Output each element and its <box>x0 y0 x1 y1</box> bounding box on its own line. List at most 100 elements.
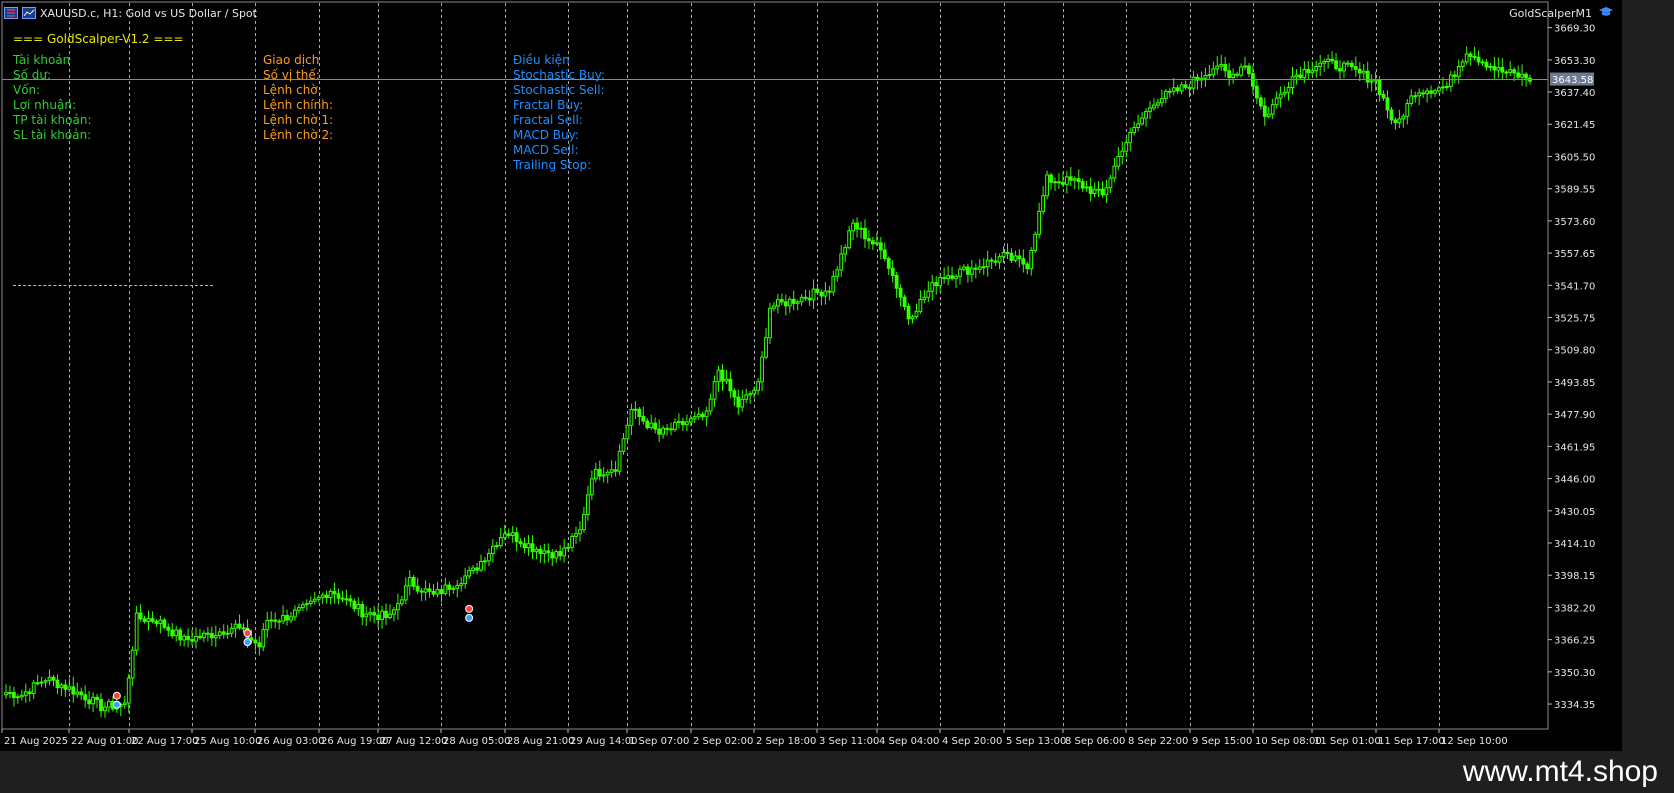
candle-body <box>728 378 733 392</box>
x-tick-label: 11 Sep 01:00 <box>1314 736 1381 747</box>
candle-body <box>637 408 642 418</box>
y-tick-label: 3414.10 <box>1554 539 1595 550</box>
candle-body <box>297 607 301 611</box>
candle-body <box>732 390 737 398</box>
candle-body <box>669 428 673 431</box>
candle-body <box>1068 176 1073 181</box>
y-tick-label: 3350.30 <box>1554 668 1595 679</box>
candle-body <box>1088 186 1093 194</box>
candle-body <box>51 676 56 681</box>
candle-body <box>558 551 563 557</box>
candle-body <box>1480 61 1485 64</box>
candle-body <box>134 612 139 651</box>
candle-body <box>578 529 582 535</box>
candle-body <box>1433 90 1437 94</box>
candle-body <box>894 274 899 289</box>
candle-body <box>946 275 951 279</box>
candle-body <box>312 598 317 602</box>
candle-body <box>779 299 784 303</box>
candle-body <box>1290 76 1295 89</box>
candle-body <box>775 299 780 307</box>
candle-body <box>443 584 448 595</box>
candle-body <box>843 247 848 255</box>
candle-body <box>922 296 927 300</box>
candle-body <box>1500 66 1505 73</box>
candle-body <box>657 428 662 435</box>
candle-body <box>772 305 776 309</box>
y-tick-label: 3605.50 <box>1554 152 1595 163</box>
candle-body <box>764 337 768 358</box>
candle-body <box>1409 95 1414 105</box>
candle-body <box>360 603 365 618</box>
candle-body <box>1187 86 1192 89</box>
trade-label: Số vị thế: <box>263 68 320 82</box>
candle-body <box>1219 63 1224 67</box>
candle-body <box>419 590 424 593</box>
candle-body <box>213 635 218 639</box>
candle-body <box>724 378 729 382</box>
candle-body <box>19 694 24 698</box>
candle-body <box>209 632 214 639</box>
y-tick-label: 3589.55 <box>1554 185 1595 196</box>
candle-body <box>613 469 618 472</box>
candle-body <box>182 635 187 641</box>
trade-column: Giao dịch Số vị thế: Lệnh chờ: Lệnh chính: L… <box>263 53 503 143</box>
graduation-cap-icon[interactable] <box>1598 6 1614 21</box>
account-label: Số dư: <box>13 68 52 82</box>
expert-advisor-badge[interactable]: GoldScalperM1 <box>1509 6 1614 21</box>
candle-body <box>1385 97 1390 111</box>
candle-body <box>981 266 986 269</box>
candle-body <box>1045 174 1049 197</box>
candle-body <box>1128 131 1133 144</box>
candle-body <box>403 585 408 601</box>
candle-body <box>1512 69 1517 74</box>
candle-body <box>1148 107 1152 112</box>
candle-body <box>27 691 32 695</box>
candle-body <box>380 610 384 620</box>
candle-body <box>1013 255 1018 261</box>
candle-body <box>1254 85 1259 99</box>
candle-body <box>546 550 551 554</box>
candle-body <box>1330 58 1334 62</box>
candle-body <box>1274 97 1279 106</box>
x-tick-label: 4 Sep 04:00 <box>879 736 939 747</box>
candle-body <box>1270 104 1275 115</box>
chart-type-icon[interactable] <box>22 7 36 19</box>
candle-body <box>1476 56 1481 63</box>
x-tick-label: 22 Aug 17:00 <box>131 736 198 747</box>
candle-body <box>530 543 535 552</box>
candle-body <box>1033 233 1038 251</box>
candle-body <box>1417 92 1422 97</box>
candle-body <box>1334 60 1338 70</box>
y-tick-label: 3382.20 <box>1554 603 1595 614</box>
candle-body <box>756 381 761 391</box>
candle-body <box>130 649 135 679</box>
candle-body <box>293 609 297 618</box>
candle-body <box>1377 79 1382 95</box>
chart-window-icon[interactable] <box>4 7 18 19</box>
candle-body <box>783 301 788 307</box>
candle-body <box>411 577 416 587</box>
candle-body <box>811 288 816 301</box>
y-tick-label: 3446.00 <box>1554 475 1595 486</box>
candle-body <box>257 642 262 648</box>
candle-body <box>332 590 337 595</box>
candle-body <box>1508 69 1513 73</box>
candle-body <box>166 626 171 631</box>
candle-body <box>451 587 456 590</box>
candle-body <box>1191 76 1196 89</box>
sell-marker <box>465 604 474 613</box>
candle-body <box>906 305 911 320</box>
chart-window[interactable]: 3669.30 3653.30 3637.40 3621.45 3605.50 3589.… <box>0 0 1622 751</box>
candle-body <box>498 537 503 547</box>
candle-body <box>1096 188 1101 191</box>
candle-body <box>407 577 412 587</box>
candle-body <box>1448 74 1453 87</box>
candle-body <box>510 532 515 536</box>
x-tick-label: 10 Sep 08:00 <box>1255 736 1322 747</box>
candle-body <box>1021 258 1026 265</box>
condition-label: Điều kiện <box>513 53 570 67</box>
candle-body <box>237 623 242 629</box>
candle-body <box>1389 109 1394 121</box>
y-tick-label: 3509.80 <box>1554 346 1595 357</box>
